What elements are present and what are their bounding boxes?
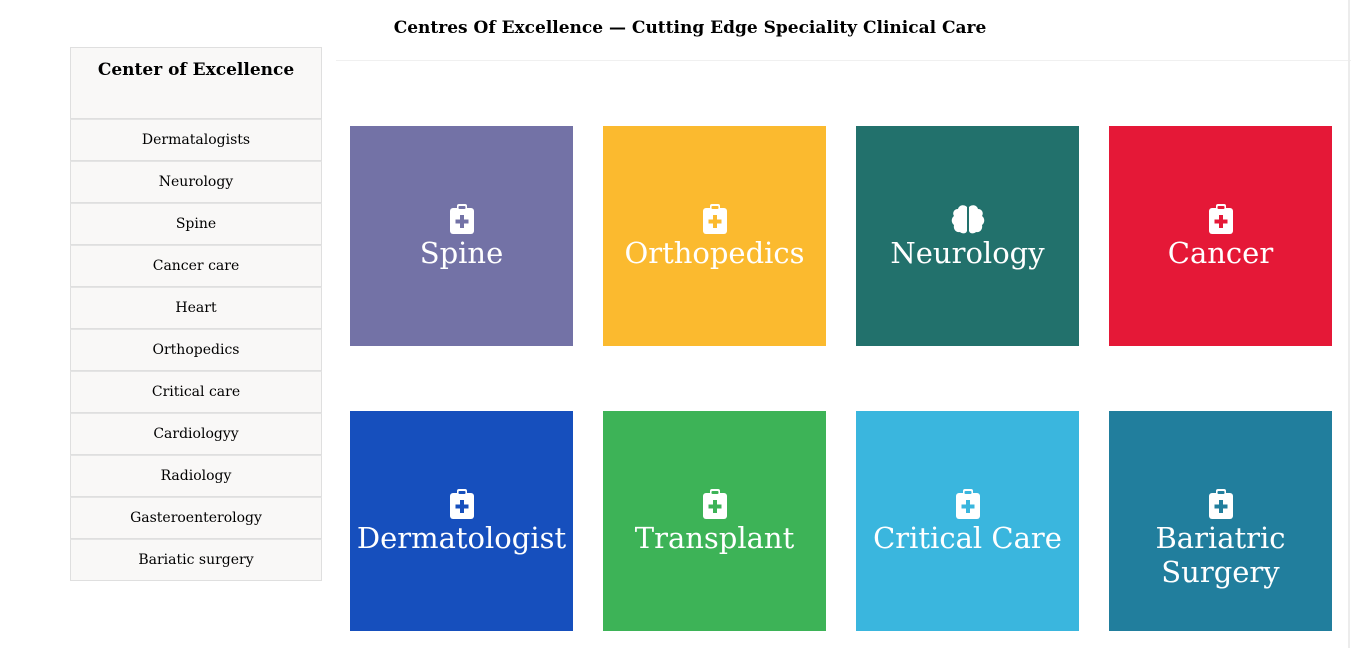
sidebar-item-heart[interactable]: Heart <box>70 287 322 329</box>
clipboard-medical-icon <box>702 204 727 234</box>
tile-label: Orthopedics <box>624 236 805 270</box>
tile-label: Neurology <box>890 236 1045 270</box>
tile-label: Critical Care <box>873 521 1062 555</box>
tile-label: Cancer <box>1167 236 1274 270</box>
sidebar-header: Center of Excellence <box>70 47 322 119</box>
sidebar-item-gasteroenterology[interactable]: Gasteroenterology <box>70 497 322 539</box>
sidebar-item-dermatalogists[interactable]: Dermatalogists <box>70 119 322 161</box>
tile-neurology[interactable]: Neurology <box>856 126 1079 346</box>
sidebar-item-critical-care[interactable]: Critical care <box>70 371 322 413</box>
tile-orthopedics[interactable]: Orthopedics <box>603 126 826 346</box>
clipboard-medical-icon <box>1208 489 1233 519</box>
sidebar-item-orthopedics[interactable]: Orthopedics <box>70 329 322 371</box>
scrollbar-edge <box>1348 0 1350 648</box>
sidebar-item-bariatic-surgery[interactable]: Bariatic surgery <box>70 539 322 581</box>
tile-bariatric-surgery[interactable]: Bariatric Surgery <box>1109 411 1332 631</box>
tile-spine[interactable]: Spine <box>350 126 573 346</box>
tile-label: Bariatric Surgery <box>1155 521 1286 589</box>
page-title: Centres Of Excellence — Cutting Edge Spe… <box>393 18 987 38</box>
tile-label: Dermatologist <box>356 521 567 555</box>
tile-cancer[interactable]: Cancer <box>1109 126 1332 346</box>
tile-dermatologist[interactable]: Dermatologist <box>350 411 573 631</box>
clipboard-medical-icon <box>702 489 727 519</box>
tile-label: Transplant <box>634 521 795 555</box>
sidebar-item-cardiology[interactable]: Cardiologyy <box>70 413 322 455</box>
header-divider <box>336 60 1351 61</box>
sidebar-item-cancer-care[interactable]: Cancer care <box>70 245 322 287</box>
tile-label: Spine <box>419 236 504 270</box>
sidebar: Center of Excellence Dermatalogists Neur… <box>70 47 322 581</box>
tile-transplant[interactable]: Transplant <box>603 411 826 631</box>
clipboard-medical-icon <box>1208 204 1233 234</box>
brain-icon <box>951 205 984 234</box>
clipboard-medical-icon <box>449 489 474 519</box>
sidebar-item-spine[interactable]: Spine <box>70 203 322 245</box>
sidebar-item-neurology[interactable]: Neurology <box>70 161 322 203</box>
sidebar-item-radiology[interactable]: Radiology <box>70 455 322 497</box>
tile-critical-care[interactable]: Critical Care <box>856 411 1079 631</box>
clipboard-medical-icon <box>449 204 474 234</box>
clipboard-medical-icon <box>955 489 980 519</box>
